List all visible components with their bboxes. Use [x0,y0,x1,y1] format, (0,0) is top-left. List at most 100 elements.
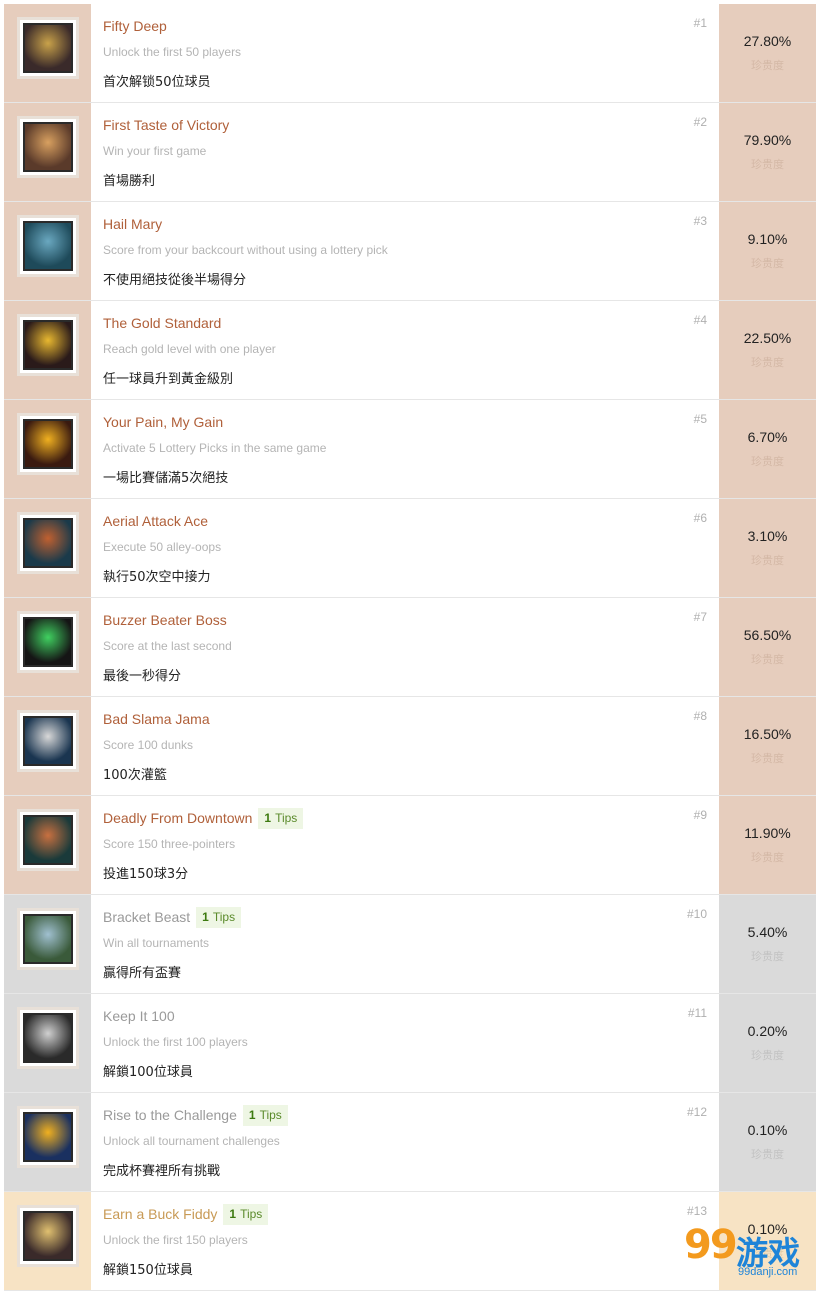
rarity-label: 珍贵度 [751,554,784,567]
achievement-number: #9 [693,808,707,822]
achievement-info: Hail Mary Score from your backcourt witho… [91,202,719,300]
achievement-title[interactable]: Your Pain, My Gain [103,414,223,430]
achievement-icon-cell [4,796,91,894]
achievement-percent: 56.50% [743,627,792,643]
achievement-info: Aerial Attack Ace Execute 50 alley-oops 執行… [91,499,719,597]
achievement-row[interactable]: Bracket Beast 1 Tips Win all tournaments 贏得所… [4,895,816,994]
achievement-title[interactable]: Rise to the Challenge [103,1107,237,1123]
backcourt-shot-icon [22,221,73,271]
lottery-pick-icon [22,419,73,469]
achievement-row[interactable]: Bad Slama Jama Score 100 dunks 100次灌籃 #8 16.… [4,697,816,796]
achievement-description: Unlock the first 150 players [103,1233,248,1247]
achievement-title[interactable]: Bad Slama Jama [103,711,210,727]
achievement-percent: 0.20% [747,1023,788,1039]
achievement-info: Buzzer Beater Boss Score at the last seco… [91,598,719,696]
tips-badge[interactable]: 1 Tips [223,1203,269,1225]
achievement-description: Unlock all tournament challenges [103,1134,280,1148]
achievement-percent: 11.90% [744,825,791,841]
achievement-row[interactable]: Fifty Deep Unlock the first 50 players 首次解… [4,4,816,103]
rarity-label: 珍贵度 [751,752,784,765]
achievement-stat-cell: 11.90% 珍贵度 [719,796,816,894]
rarity-label: 珍贵度 [751,1049,784,1062]
achievement-title[interactable]: The Gold Standard [103,315,221,331]
achievement-title[interactable]: Deadly From Downtown [103,810,252,826]
achievement-title[interactable]: Fifty Deep [103,18,167,34]
achievement-info: The Gold Standard Reach gold level with o… [91,301,719,399]
achievement-info: Bracket Beast 1 Tips Win all tournaments 贏得所… [91,895,719,993]
achievement-icon-frame [16,512,79,574]
achievement-icon-cell [4,1093,91,1191]
players-150-icon [22,1211,73,1261]
achievement-info: Deadly From Downtown 1 Tips Score 150 three… [91,796,719,894]
tips-badge[interactable]: 1 Tips [196,906,242,928]
achievement-row[interactable]: First Taste of Victory Win your first gam… [4,103,816,202]
achievement-stat-cell: 22.50% 珍贵度 [719,301,816,399]
achievement-title[interactable]: Earn a Buck Fiddy [103,1206,217,1222]
victory-player-icon [22,122,73,172]
tips-count: 1 [264,811,272,825]
achievement-row[interactable]: Deadly From Downtown 1 Tips Score 150 three… [4,796,816,895]
achievement-number: #6 [693,511,707,525]
achievement-percent: 27.80% [743,33,792,49]
achievement-percent: 16.50% [743,726,792,742]
achievement-chinese: 解鎖100位球員 [103,1065,193,1080]
achievement-title[interactable]: Bracket Beast [103,909,190,925]
achievement-row[interactable]: Keep It 100 Unlock the first 100 players 解… [4,994,816,1093]
achievement-row[interactable]: Rise to the Challenge 1 Tips Unlock all tou… [4,1093,816,1192]
achievement-chinese: 首次解锁50位球员 [103,75,211,90]
achievement-icon-frame [16,17,79,79]
achievement-percent: 22.50% [743,330,792,346]
achievement-row[interactable]: Your Pain, My Gain Activate 5 Lottery Pic… [4,400,816,499]
achievement-number: #13 [686,1204,707,1218]
achievement-number: #7 [693,610,707,624]
achievement-row[interactable]: The Gold Standard Reach gold level with o… [4,301,816,400]
achievement-description: Win all tournaments [103,936,210,950]
achievement-icon-frame [16,314,79,376]
achievement-stat-cell: 6.70% 珍贵度 [719,400,816,498]
dunk-icon [22,716,73,766]
achievement-stat-cell: 79.90% 珍贵度 [719,103,816,201]
achievement-title[interactable]: Hail Mary [103,216,162,232]
achievement-stat-cell: 16.50% 珍贵度 [719,697,816,795]
tips-label: Tips [212,910,236,924]
gold-ball-icon [22,320,73,370]
achievement-title[interactable]: Aerial Attack Ace [103,513,208,529]
achievement-icon-cell [4,301,91,399]
achievement-info: Bad Slama Jama Score 100 dunks 100次灌籃 #8 [91,697,719,795]
achievement-icon-frame [16,1205,79,1267]
rarity-label: 珍贵度 [751,257,784,270]
achievement-description: Score at the last second [103,639,232,653]
achievement-row[interactable]: Aerial Attack Ace Execute 50 alley-oops 執行… [4,499,816,598]
players-50-icon [22,23,73,73]
tips-badge[interactable]: 1 Tips [258,807,304,829]
achievement-number: #8 [693,709,707,723]
achievement-chinese: 投進150球3分 [103,867,189,882]
achievement-icon-frame [16,908,79,970]
achievement-number: #11 [687,1006,707,1020]
achievement-icon-cell [4,103,91,201]
alley-oop-icon [22,518,73,568]
achievement-title[interactable]: Buzzer Beater Boss [103,612,227,628]
tips-badge[interactable]: 1 Tips [242,1104,288,1126]
achievement-row[interactable]: Buzzer Beater Boss Score at the last seco… [4,598,816,697]
achievement-row[interactable]: Hail Mary Score from your backcourt witho… [4,202,816,301]
achievement-title[interactable]: First Taste of Victory [103,117,229,133]
achievement-percent: 3.10% [747,528,788,544]
achievement-title[interactable]: Keep It 100 [103,1008,175,1024]
achievement-description: Score from your backcourt without using … [103,243,388,257]
tips-count: 1 [202,910,209,924]
achievement-number: #1 [693,16,707,30]
achievement-icon-frame [16,116,79,178]
achievement-icon-frame [16,413,79,475]
bracket-icon [22,914,73,964]
achievement-number: #4 [693,313,707,327]
rarity-label: 珍贵度 [751,851,784,864]
tips-count: 1 [229,1207,237,1221]
achievement-icon-cell [4,499,91,597]
watermark: 99 游戏 99danji.com [684,1222,814,1282]
achievement-chinese: 最後一秒得分 [103,669,182,684]
achievement-info: First Taste of Victory Win your first gam… [91,103,719,201]
achievement-chinese: 100次灌籃 [103,768,167,783]
achievement-icon-frame [16,215,79,277]
achievement-info: Fifty Deep Unlock the first 50 players 首次解… [91,4,719,102]
